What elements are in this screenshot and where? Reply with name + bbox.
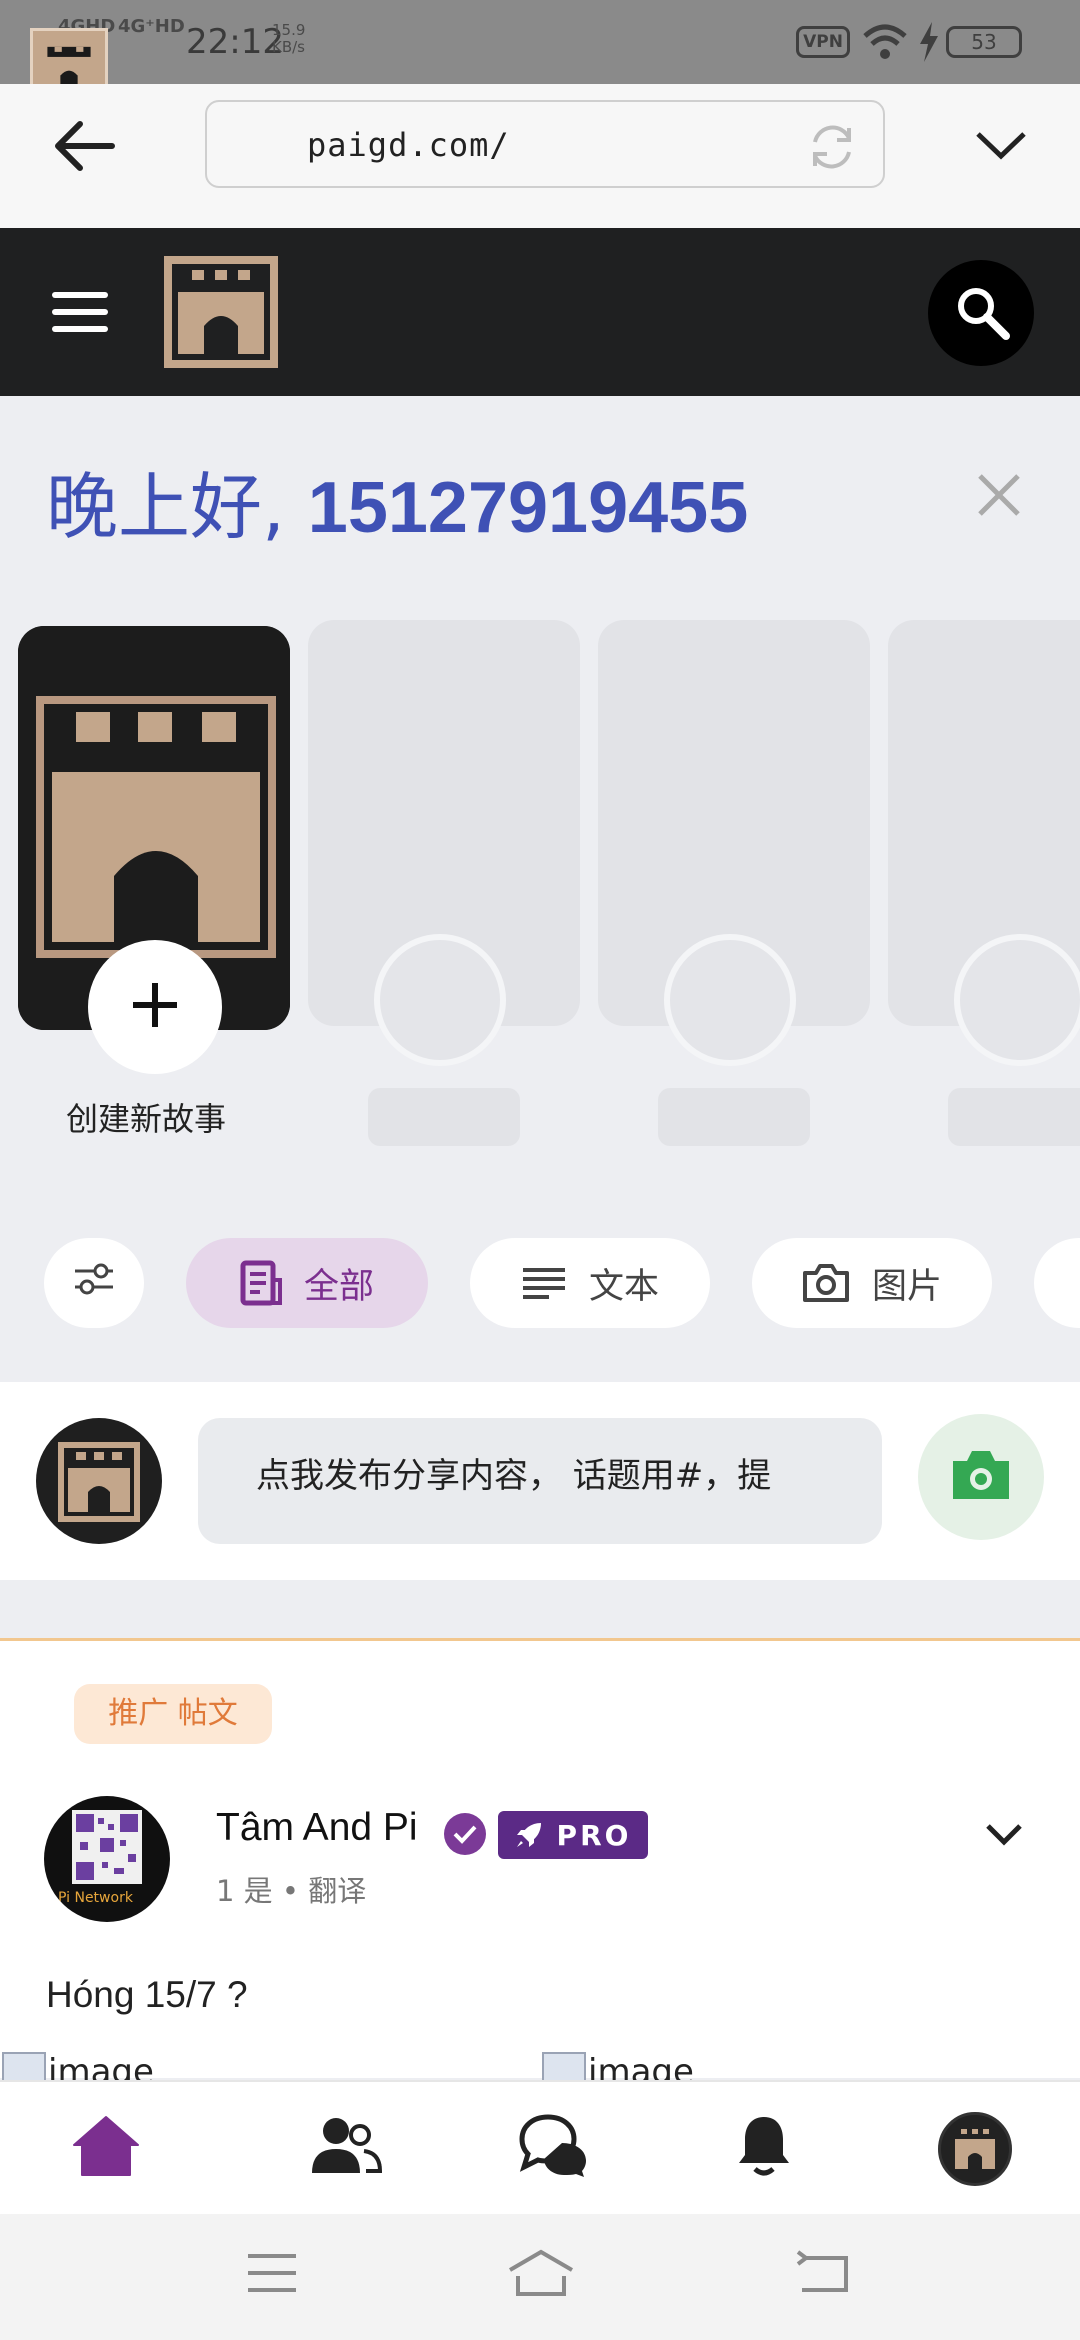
post-body-text: Hóng 15/7 ? xyxy=(46,1974,248,2015)
status-time: 22:12 xyxy=(186,22,284,62)
post-meta[interactable]: 1 是 • 翻译 xyxy=(216,1868,366,1910)
broken-image-icon xyxy=(2,2052,46,2082)
post-image-placeholder[interactable]: image xyxy=(2,2052,154,2082)
url-bar[interactable]: paigd.com/ xyxy=(205,100,885,188)
chevron-down-icon[interactable] xyxy=(970,120,1032,174)
filter-text-label: 文本 xyxy=(588,1266,659,1307)
nav-messages[interactable] xyxy=(518,2112,590,2184)
search-button[interactable] xyxy=(928,260,1034,366)
filter-photo-chip[interactable]: 图片 xyxy=(752,1238,992,1328)
speed-value: 15.9 xyxy=(272,21,306,39)
post-author-name[interactable]: Tâm And Pi xyxy=(216,1806,418,1850)
text-lines-icon xyxy=(521,1266,567,1300)
composer-input[interactable]: 点我发布分享内容， 话题用#，提 xyxy=(198,1418,882,1544)
image-alt-text: image xyxy=(48,2052,154,2082)
refresh-icon[interactable] xyxy=(805,120,859,178)
nav-profile-avatar[interactable] xyxy=(938,2112,1012,2186)
site-logo-icon[interactable] xyxy=(164,256,278,368)
filter-photo-label: 图片 xyxy=(871,1266,942,1307)
speed-unit: KB/s xyxy=(272,38,305,56)
camera-upload-button[interactable] xyxy=(918,1414,1044,1540)
story-placeholder-avatar xyxy=(664,934,796,1066)
story-placeholder-label xyxy=(658,1088,810,1146)
battery-indicator: 53 xyxy=(946,26,1022,58)
home-icon xyxy=(72,2115,140,2181)
image-alt-text: image xyxy=(588,2052,694,2082)
wifi-icon xyxy=(862,22,908,66)
rocket-icon xyxy=(515,1821,543,1849)
close-icon[interactable] xyxy=(976,472,1022,522)
back-nav-icon[interactable] xyxy=(796,2248,852,2302)
add-story-button[interactable] xyxy=(88,940,222,1074)
status-bar: 4GHD 4G⁺HD 22:12 15.9 KB/s VPN 53 xyxy=(0,0,1080,84)
document-icon xyxy=(240,1260,282,1306)
pi-network-caption: Pi Network xyxy=(58,1890,133,1906)
user-avatar[interactable] xyxy=(36,1418,162,1544)
charging-icon xyxy=(918,22,940,66)
sliders-icon xyxy=(71,1259,117,1308)
broken-image-icon xyxy=(542,2052,586,2082)
filter-all-label: 全部 xyxy=(303,1266,374,1307)
story-placeholder-label xyxy=(368,1088,520,1146)
create-story-label: 创建新故事 xyxy=(66,1100,227,1138)
post-image-placeholder[interactable]: image xyxy=(542,2052,694,2082)
story-placeholder-avatar xyxy=(374,934,506,1066)
greeting-title: 晚上好, 15127919455 xyxy=(46,448,748,553)
filter-more-chip[interactable] xyxy=(1034,1238,1080,1328)
network-speed: 15.9 KB/s xyxy=(272,22,305,56)
filter-settings-button[interactable] xyxy=(44,1238,144,1328)
nav-notifications[interactable] xyxy=(728,2112,800,2184)
pro-label: PRO xyxy=(556,1818,632,1852)
greeting-prefix: 晚上好, xyxy=(46,465,308,549)
qr-code-icon xyxy=(72,1810,142,1884)
verified-check-icon xyxy=(444,1813,486,1855)
hamburger-menu-icon[interactable] xyxy=(52,292,108,334)
pro-badge: PRO xyxy=(498,1811,648,1859)
nav-friends[interactable] xyxy=(310,2112,383,2184)
author-avatar[interactable]: Pi Network xyxy=(44,1796,170,1922)
users-icon xyxy=(310,2115,383,2181)
filter-text-chip[interactable]: 文本 xyxy=(470,1238,710,1328)
bell-icon xyxy=(735,2113,793,2183)
plus-icon xyxy=(129,979,181,1035)
chevron-down-icon[interactable] xyxy=(984,1820,1024,1854)
vpn-icon: VPN xyxy=(796,26,850,58)
search-icon xyxy=(954,284,1012,346)
story-placeholder-label xyxy=(948,1088,1080,1146)
site-header xyxy=(0,228,1080,396)
camera-icon xyxy=(949,1447,1013,1507)
chat-bubbles-icon xyxy=(518,2113,590,2183)
network-indicator-2: 4G⁺HD xyxy=(118,16,185,37)
greeting-user: 15127919455 xyxy=(307,468,749,548)
recent-apps-icon[interactable] xyxy=(244,2248,300,2302)
nav-home[interactable] xyxy=(70,2112,142,2184)
home-nav-icon[interactable] xyxy=(506,2248,576,2302)
story-placeholder-avatar xyxy=(954,934,1080,1066)
back-arrow-icon[interactable] xyxy=(50,116,120,176)
url-text[interactable]: paigd.com/ xyxy=(307,126,510,164)
camera-icon xyxy=(802,1263,850,1303)
promoted-post-badge: 推广 帖文 xyxy=(74,1684,272,1744)
filter-all-chip[interactable]: 全部 xyxy=(186,1238,428,1328)
